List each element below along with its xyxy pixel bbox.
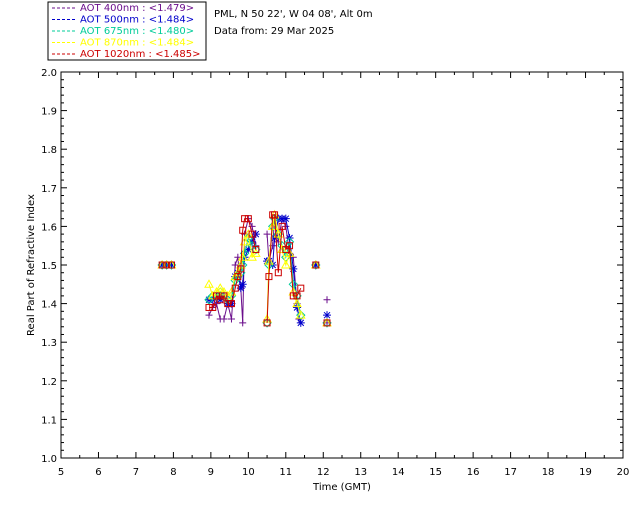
- x-tick-label: 19: [579, 467, 592, 478]
- date-label: Data from: 29 Mar 2025: [214, 26, 334, 37]
- legend-entry: AOT 870nm : <1.484>: [80, 38, 194, 49]
- y-tick-label: 1.2: [41, 377, 57, 388]
- legend-entry: AOT 1020nm : <1.485>: [80, 49, 200, 60]
- x-tick-label: 10: [242, 467, 255, 478]
- x-tick-label: 14: [392, 467, 405, 478]
- x-tick-label: 5: [58, 467, 64, 478]
- x-tick-label: 11: [279, 467, 292, 478]
- y-tick-label: 1.3: [41, 338, 57, 349]
- y-tick-label: 1.7: [41, 184, 57, 195]
- x-tick-label: 16: [467, 467, 480, 478]
- x-tick-label: 6: [95, 467, 101, 478]
- y-tick-label: 2.0: [41, 68, 57, 79]
- x-tick-label: 7: [133, 467, 139, 478]
- legend-entry: AOT 500nm : <1.484>: [80, 15, 194, 26]
- y-tick-label: 1.6: [41, 222, 57, 233]
- chart-background: [0, 0, 640, 512]
- refractive-index-chart: AOT 400nm : <1.479>AOT 500nm : <1.484>AO…: [0, 0, 640, 512]
- data-point: [281, 214, 290, 223]
- legend-entry: AOT 675nm : <1.480>: [80, 26, 194, 37]
- legend-entry: AOT 400nm : <1.479>: [80, 3, 194, 14]
- x-tick-label: 18: [542, 467, 555, 478]
- data-point: [296, 318, 305, 327]
- x-axis-label: Time (GMT): [312, 482, 371, 493]
- x-tick-label: 20: [617, 467, 630, 478]
- site-label: PML, N 50 22', W 04 08', Alt 0m: [214, 9, 373, 20]
- x-tick-label: 13: [354, 467, 367, 478]
- y-tick-label: 1.1: [41, 415, 57, 426]
- x-tick-label: 9: [208, 467, 214, 478]
- x-tick-label: 12: [317, 467, 330, 478]
- y-axis-label: Real Part of Refractive Index: [26, 194, 37, 336]
- y-tick-label: 1.5: [41, 261, 57, 272]
- x-tick-label: 8: [170, 467, 176, 478]
- data-point: [238, 280, 247, 289]
- y-tick-label: 1.8: [41, 145, 57, 156]
- y-tick-label: 1.9: [41, 107, 57, 118]
- x-tick-label: 17: [504, 467, 517, 478]
- x-tick-label: 15: [429, 467, 442, 478]
- y-tick-label: 1.0: [41, 454, 57, 465]
- y-tick-label: 1.4: [41, 300, 57, 311]
